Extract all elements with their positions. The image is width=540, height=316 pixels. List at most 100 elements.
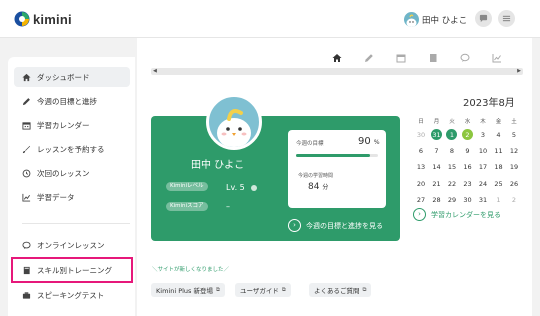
user-menu[interactable]: 田中 ひよこ xyxy=(404,12,467,27)
calendar-day[interactable]: 2 xyxy=(507,194,521,206)
sidebar-item-reserve[interactable]: レッスンを予約する xyxy=(14,139,130,159)
calendar-title: 2023年8月 xyxy=(463,98,515,109)
calendar-day[interactable]: 13 xyxy=(414,161,428,173)
calendar-day-number: 31 xyxy=(432,131,441,139)
menu-button[interactable] xyxy=(498,10,515,27)
chip-kimini-plus[interactable]: Kimini Plus 新登場 ⧉ xyxy=(151,283,225,297)
calendar-day-number: 28 xyxy=(432,195,441,204)
calendar-day[interactable]: 26 xyxy=(507,178,521,190)
calendar-week-row: 20 21 22 23 24 25 26 xyxy=(414,178,526,190)
sidebar-item-speaking-test[interactable]: スピーキングテスト xyxy=(14,285,130,305)
calendar-day[interactable]: 18 xyxy=(492,161,506,173)
calendar-day[interactable]: 27 xyxy=(414,194,428,206)
score-value: – xyxy=(226,202,230,211)
main-panel: ◀ ▶ 田中 ひよこ Kiminiレベル Lv. 5 Kiminiスコア – 今… xyxy=(137,38,532,316)
calendar-day[interactable]: 10 xyxy=(476,145,490,157)
calendar-day[interactable]: 9 xyxy=(461,145,475,157)
calendar-day[interactable]: 7 xyxy=(430,145,444,157)
top-header: kimini 田中 ひよこ xyxy=(0,0,540,38)
calendar-day-number: 20 xyxy=(416,179,426,188)
goal-value-number: 90 xyxy=(358,136,371,147)
chart-icon xyxy=(21,192,31,202)
sidebar-item-calendar[interactable]: 学習カレンダー xyxy=(14,115,130,135)
calendar-day[interactable]: 17 xyxy=(476,161,490,173)
clock-icon xyxy=(21,168,31,178)
sidebar-divider xyxy=(22,223,130,224)
sidebar-item-next-lesson[interactable]: 次回のレッスン xyxy=(14,163,130,183)
goal-progress-fill xyxy=(296,154,370,157)
calendar-day-number: 4 xyxy=(496,131,501,139)
calendar-day[interactable]: 2 xyxy=(461,129,475,141)
chart-icon xyxy=(492,54,501,63)
calendar-day-number: 16 xyxy=(463,163,472,172)
calendar-day[interactable]: 14 xyxy=(430,161,444,173)
study-time-value: 84 分 xyxy=(308,182,328,192)
calendar-weekday: 月 xyxy=(433,119,440,125)
level-pill-label: Kiminiレベル xyxy=(170,183,204,189)
calendar-weekday: 金 xyxy=(495,119,502,125)
user-name: 田中 ひよこ xyxy=(422,15,468,26)
score-pill-label: Kiminiスコア xyxy=(170,203,204,209)
study-time-label: 今週の学習時間 xyxy=(298,173,334,179)
calendar-day[interactable]: 24 xyxy=(476,178,490,190)
goal-progress-link[interactable]: › 今週の目標と進捗を見る xyxy=(288,219,383,232)
calendar-day[interactable]: 3 xyxy=(476,129,490,141)
calendar-day-number: 27 xyxy=(416,195,426,204)
home-icon xyxy=(21,72,31,82)
calendar-day-number: 13 xyxy=(416,163,426,172)
calendar-day[interactable]: 28 xyxy=(430,194,444,206)
profile-name: 田中 ひよこ xyxy=(191,160,245,171)
sidebar-item-online-lesson[interactable]: オンラインレッスン xyxy=(14,235,130,255)
calendar-day[interactable]: 30 xyxy=(414,129,428,141)
calendar-day[interactable]: 5 xyxy=(507,129,521,141)
chat-button[interactable] xyxy=(475,10,492,27)
sidebar-item-label: レッスンを予約する xyxy=(37,144,105,154)
goal-progress-link-label: 今週の目標と進捗を見る xyxy=(306,221,383,230)
calendar-day[interactable]: 4 xyxy=(492,129,506,141)
chat-icon xyxy=(460,53,470,62)
calendar-day[interactable]: 11 xyxy=(492,145,506,157)
highlight-frame xyxy=(11,257,133,283)
chip-label: ユーザガイド xyxy=(240,287,279,295)
calendar-day-number: 2 xyxy=(511,195,517,204)
arrow-right-icon: › xyxy=(288,219,301,232)
calendar-link[interactable]: › 学習カレンダーを見る xyxy=(413,208,501,221)
calendar-day-number: 5 xyxy=(511,131,517,139)
calendar-day[interactable]: 22 xyxy=(445,178,459,190)
calendar-day-number: 10 xyxy=(478,147,488,156)
scroll-right-icon[interactable]: ▶ xyxy=(517,68,521,75)
logo-text: kimini xyxy=(33,11,72,27)
calendar-day[interactable]: 30 xyxy=(461,194,475,206)
scroll-left-icon[interactable]: ◀ xyxy=(153,68,157,75)
calendar-day[interactable]: 23 xyxy=(461,178,475,190)
calendar-day[interactable]: 1 xyxy=(492,194,506,206)
calendar-day[interactable]: 20 xyxy=(414,178,428,190)
calendar-day[interactable]: 1 xyxy=(445,129,459,141)
calendar-day[interactable]: 6 xyxy=(414,145,428,157)
calendar-day[interactable]: 19 xyxy=(507,161,521,173)
calendar-day[interactable]: 29 xyxy=(445,194,459,206)
calendar-day[interactable]: 31 xyxy=(476,194,490,206)
chip-user-guide[interactable]: ユーザガイド ⧉ xyxy=(235,283,291,297)
calendar-day-number: 29 xyxy=(447,195,457,204)
chip-faq[interactable]: よくあるご質問 ⧉ xyxy=(309,283,372,297)
menu-icon xyxy=(502,15,511,22)
sidebar-item-dashboard[interactable]: ダッシュボード xyxy=(14,67,130,87)
chat-icon xyxy=(21,240,31,250)
calendar-day[interactable]: 12 xyxy=(507,145,521,157)
kimini-logo[interactable]: kimini xyxy=(14,11,72,27)
info-icon[interactable] xyxy=(251,184,258,191)
horizontal-scrollbar[interactable]: ◀ ▶ xyxy=(151,68,523,75)
calendar-day[interactable]: 21 xyxy=(430,178,444,190)
chip-label: よくあるご質問 xyxy=(314,287,360,295)
sidebar-item-weekly-goal[interactable]: 今週の目標と進捗 xyxy=(14,91,130,111)
goal-value: 90 % xyxy=(358,136,380,147)
calendar-day[interactable]: 15 xyxy=(445,161,459,173)
calendar-day[interactable]: 31 xyxy=(430,129,444,141)
calendar-icon xyxy=(21,120,31,130)
calendar-day[interactable]: 25 xyxy=(492,178,506,190)
calendar-day[interactable]: 16 xyxy=(461,161,475,173)
calendar-day[interactable]: 8 xyxy=(445,145,459,157)
calendar-day-number: 1 xyxy=(496,195,501,204)
sidebar-item-study-data[interactable]: 学習データ xyxy=(14,187,130,207)
